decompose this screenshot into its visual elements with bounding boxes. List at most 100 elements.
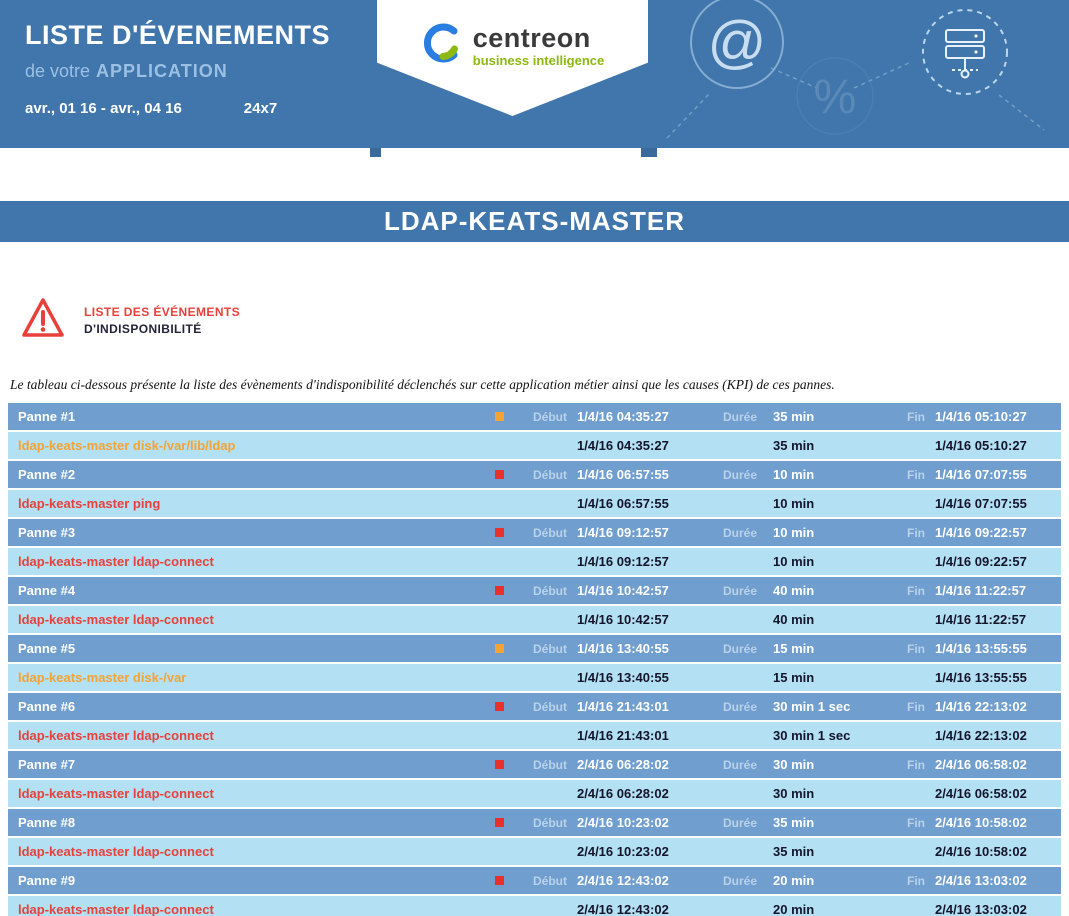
kpi-start: 2/4/16 12:43:02 — [567, 902, 695, 916]
duration-label: Durée — [695, 468, 757, 482]
event-start: 2/4/16 10:23:02 — [567, 815, 695, 830]
kpi-row: ldap-keats-master ldap-connect 2/4/16 12:… — [8, 896, 1061, 916]
event-duration: 30 min — [757, 757, 885, 772]
kpi-row: ldap-keats-master ldap-connect 1/4/16 10:… — [8, 606, 1061, 633]
event-start: 1/4/16 04:35:27 — [567, 409, 695, 424]
duration-label: Durée — [695, 758, 757, 772]
event-row: Panne #2Début1/4/16 06:57:55Durée10 minF… — [8, 461, 1061, 488]
kpi-duration: 15 min — [757, 670, 885, 685]
report-subtitle: de votreAPPLICATION — [25, 61, 330, 82]
start-label: Début — [511, 526, 567, 540]
table-description: Le tableau ci-dessous présente la liste … — [10, 377, 1069, 393]
kpi-duration: 30 min 1 sec — [757, 728, 885, 743]
event-row: Panne #5Début1/4/16 13:40:55Durée15 minF… — [8, 635, 1061, 662]
unavailability-section-header: LISTE DES ÉVÉNEMENTS D'INDISPONIBILITÉ — [20, 296, 1069, 345]
start-label: Début — [511, 816, 567, 830]
server-icon — [923, 10, 1007, 94]
report-schedule: 24x7 — [244, 100, 277, 117]
start-label: Début — [511, 584, 567, 598]
kpi-duration: 40 min — [757, 612, 885, 627]
start-label: Début — [511, 410, 567, 424]
kpi-name: ldap-keats-master ldap-connect — [18, 612, 495, 627]
report-period: avr., 01 16 - avr., 04 16 — [25, 100, 182, 117]
kpi-row: ldap-keats-master ldap-connect2/4/16 10:… — [8, 838, 1061, 865]
kpi-duration: 10 min — [757, 496, 885, 511]
severity-indicator — [495, 760, 504, 769]
kpi-end: 2/4/16 13:03:02 — [925, 902, 1061, 916]
kpi-row: ldap-keats-master ldap-connect1/4/16 09:… — [8, 548, 1061, 575]
kpi-end: 1/4/16 05:10:27 — [925, 438, 1061, 453]
kpi-start: 1/4/16 21:43:01 — [567, 728, 695, 743]
centreon-logo-icon — [421, 22, 463, 69]
event-end: 1/4/16 22:13:02 — [925, 699, 1061, 714]
kpi-end: 1/4/16 13:55:55 — [925, 670, 1061, 685]
start-label: Début — [511, 874, 567, 888]
severity-indicator — [495, 586, 504, 595]
notch-left — [370, 148, 381, 157]
duration-label: Durée — [695, 584, 757, 598]
severity-indicator — [495, 876, 504, 885]
kpi-name: ldap-keats-master ldap-connect — [18, 554, 495, 569]
banner-text-block: LISTE D'ÉVENEMENTS de votreAPPLICATION a… — [25, 20, 330, 117]
event-duration: 35 min — [757, 409, 885, 424]
event-end: 1/4/16 09:22:57 — [925, 525, 1061, 540]
event-end: 2/4/16 06:58:02 — [925, 757, 1061, 772]
event-start: 1/4/16 13:40:55 — [567, 641, 695, 656]
event-duration: 20 min — [757, 873, 885, 888]
severity-indicator — [495, 702, 504, 711]
event-row: Panne #6Début1/4/16 21:43:01Durée30 min … — [8, 693, 1061, 720]
event-start: 1/4/16 09:12:57 — [567, 525, 695, 540]
kpi-start: 1/4/16 06:57:55 — [567, 496, 695, 511]
kpi-row: ldap-keats-master ping 1/4/16 06:57:55 10 … — [8, 490, 1061, 517]
kpi-end: 2/4/16 10:58:02 — [925, 844, 1061, 859]
event-end: 1/4/16 07:07:55 — [925, 467, 1061, 482]
event-end: 1/4/16 11:22:57 — [925, 583, 1061, 598]
event-start: 2/4/16 06:28:02 — [567, 757, 695, 772]
event-start: 2/4/16 12:43:02 — [567, 873, 695, 888]
section-title-line1: LISTE DES ÉVÉNEMENTS — [84, 305, 240, 319]
kpi-name: ldap-keats-master ping — [18, 496, 495, 511]
severity-indicator — [495, 818, 504, 827]
kpi-start: 1/4/16 13:40:55 — [567, 670, 695, 685]
kpi-duration: 10 min — [757, 554, 885, 569]
application-title: LDAP-KEATS-MASTER — [384, 206, 685, 237]
kpi-duration: 35 min — [757, 844, 885, 859]
kpi-row: ldap-keats-master ldap-connect 1/4/16 21:… — [8, 722, 1061, 749]
duration-label: Durée — [695, 700, 757, 714]
end-label: Fin — [885, 874, 925, 888]
severity-indicator — [495, 412, 504, 421]
kpi-start: 1/4/16 10:42:57 — [567, 612, 695, 627]
kpi-duration: 20 min — [757, 902, 885, 916]
event-name: Panne #2 — [18, 467, 495, 482]
kpi-name: ldap-keats-master ldap-connect — [18, 786, 495, 801]
events-table: Panne #1Début1/4/16 04:35:27Durée35 minF… — [8, 403, 1061, 916]
kpi-name: ldap-keats-master ldap-connect — [18, 902, 495, 916]
section-title-line2: D'INDISPONIBILITÉ — [84, 322, 240, 336]
notch-right — [641, 148, 657, 157]
duration-label: Durée — [695, 816, 757, 830]
end-label: Fin — [885, 816, 925, 830]
end-label: Fin — [885, 642, 925, 656]
kpi-name: ldap-keats-master disk-/var/lib/ldap — [18, 438, 495, 453]
warning-icon — [20, 296, 66, 345]
event-row: Panne #9Début2/4/16 12:43:02Durée20 minF… — [8, 867, 1061, 894]
event-duration: 35 min — [757, 815, 885, 830]
subtitle-application: APPLICATION — [96, 61, 228, 81]
start-label: Début — [511, 758, 567, 772]
event-row: Panne #7Début2/4/16 06:28:02Durée30 minF… — [8, 751, 1061, 778]
event-name: Panne #8 — [18, 815, 495, 830]
kpi-start: 2/4/16 10:23:02 — [567, 844, 695, 859]
kpi-start: 2/4/16 06:28:02 — [567, 786, 695, 801]
event-start: 1/4/16 06:57:55 — [567, 467, 695, 482]
end-label: Fin — [885, 468, 925, 482]
event-name: Panne #6 — [18, 699, 495, 714]
application-title-bar: LDAP-KEATS-MASTER — [0, 201, 1069, 242]
event-name: Panne #3 — [18, 525, 495, 540]
at-icon: @ — [691, 0, 783, 88]
end-label: Fin — [885, 526, 925, 540]
event-name: Panne #7 — [18, 757, 495, 772]
kpi-name: ldap-keats-master ldap-connect — [18, 728, 495, 743]
event-name: Panne #4 — [18, 583, 495, 598]
event-row: Panne #4Début1/4/16 10:42:57Durée40 minF… — [8, 577, 1061, 604]
kpi-row: ldap-keats-master disk-/var1/4/16 13:40:… — [8, 664, 1061, 691]
